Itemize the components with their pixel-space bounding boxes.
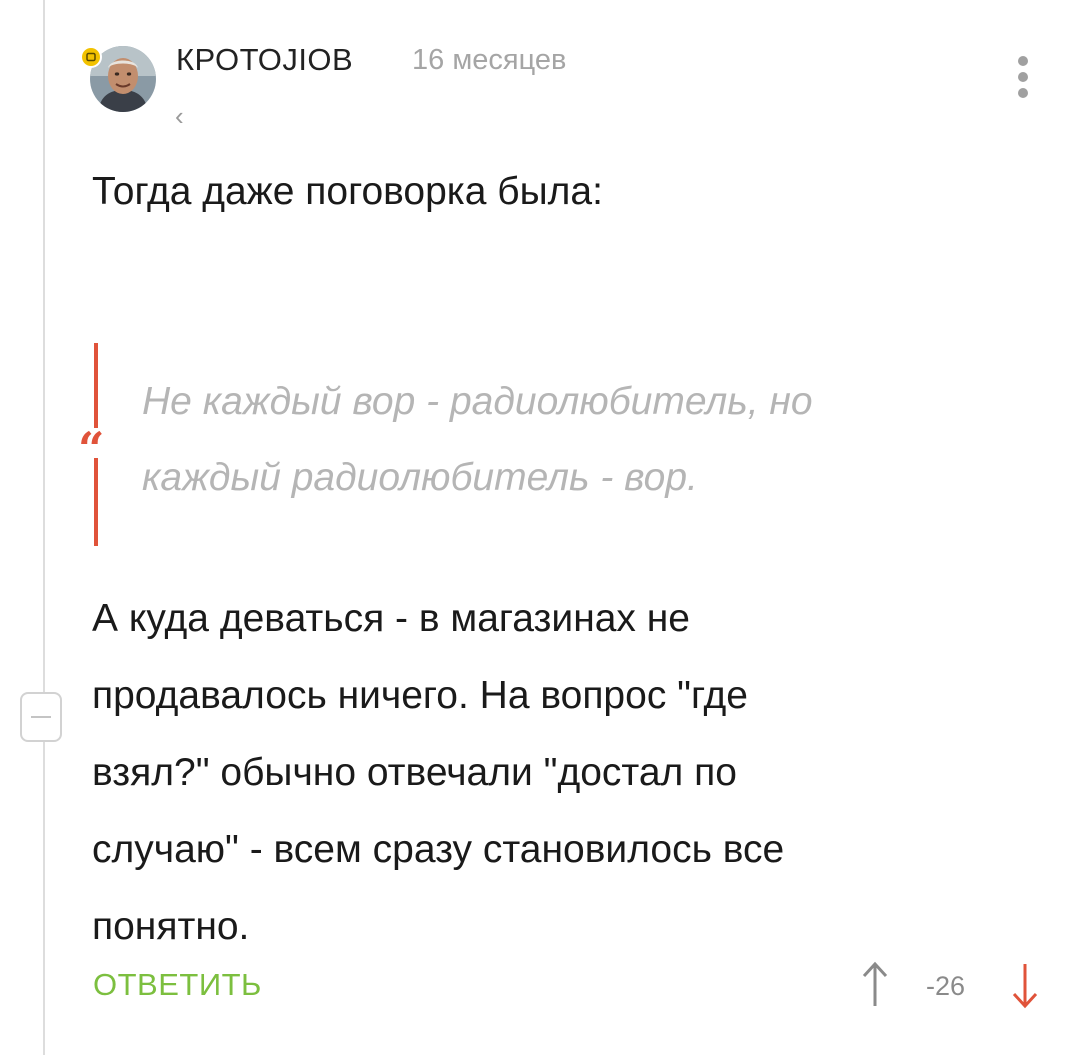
collapse-thread-button[interactable] [20,692,62,742]
parent-comment-link[interactable]: ‹ [175,101,184,132]
paragraph-line: случаю" - всем сразу становилось все [92,828,785,871]
thread-line [43,0,45,1055]
quote-bar [94,343,98,428]
comment-paragraph: Тогда даже поговорка была: [92,170,603,213]
quote-block: Не каждый вор - радиолюбитель, но каждый… [142,364,813,516]
badge-icon [80,46,102,68]
paragraph-line: понятно. [92,905,250,948]
paragraph-line: продавалось ничего. На вопрос "где [92,674,748,717]
rating-value: -26 [926,971,966,1001]
paragraph-line: взял?" обычно отвечали "достал по [92,751,737,794]
quote-icon: “ [78,422,105,476]
quote-bar [94,458,98,546]
comment-paragraph: А куда деваться - в магазинах не продава… [92,580,784,965]
author-name[interactable]: КРОТОJIОВ [176,42,353,78]
quote-line: Не каждый вор - радиолюбитель, но [142,380,813,423]
arrow-up-icon[interactable] [860,960,890,1008]
paragraph-line: А куда деваться - в магазинах не [92,597,690,640]
quote-line: каждый радиолюбитель - вор. [142,456,698,499]
minus-icon [31,716,51,718]
more-vertical-icon[interactable] [1011,56,1035,100]
reply-button[interactable]: ОТВЕТИТЬ [93,967,262,1003]
arrow-down-icon[interactable] [1010,962,1040,1010]
comment-time: 16 месяцев [412,44,567,76]
